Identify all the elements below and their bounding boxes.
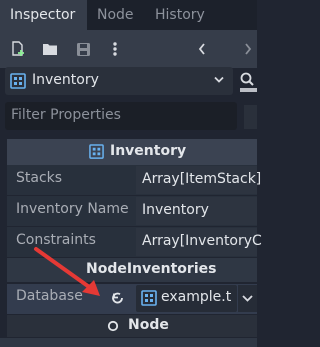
chevron-down-icon <box>214 76 224 84</box>
next-section-strip <box>0 338 257 347</box>
tab-inspector[interactable]: Inspector <box>0 0 87 30</box>
node-circle-icon <box>107 320 119 332</box>
node-section-title: Node <box>128 317 169 333</box>
database-resource-icon <box>141 290 157 306</box>
inventory-class-icon <box>89 144 104 159</box>
section-title: Inventory <box>110 143 187 159</box>
property-value: Array[InventoryC <box>142 233 262 249</box>
revert-icon[interactable] <box>110 290 126 306</box>
property-value: Inventory <box>142 202 209 218</box>
filter-placeholder: Filter Properties <box>11 107 121 123</box>
tab-node[interactable]: Node <box>87 0 147 30</box>
more-options-icon[interactable] <box>105 39 125 59</box>
property-label: Inventory Name <box>16 201 129 217</box>
object-selector-label: Inventory <box>32 72 99 88</box>
documentation-button[interactable] <box>238 70 257 96</box>
history-forward-icon[interactable] <box>238 39 258 59</box>
filter-options-button[interactable] <box>244 105 257 129</box>
save-icon[interactable] <box>73 39 93 59</box>
new-resource-icon[interactable] <box>8 39 28 59</box>
tab-history[interactable]: History <box>145 0 235 30</box>
inventory-class-icon <box>10 73 26 89</box>
annotation-arrow-icon <box>34 247 100 296</box>
property-label: Stacks <box>16 170 63 186</box>
open-folder-icon[interactable] <box>40 39 60 59</box>
property-value: Array[ItemStack] <box>142 171 262 187</box>
database-value: example.t <box>161 289 232 305</box>
inspector-toolbar <box>0 30 257 68</box>
database-dropdown-button[interactable] <box>238 285 257 312</box>
history-back-icon[interactable] <box>192 39 212 59</box>
